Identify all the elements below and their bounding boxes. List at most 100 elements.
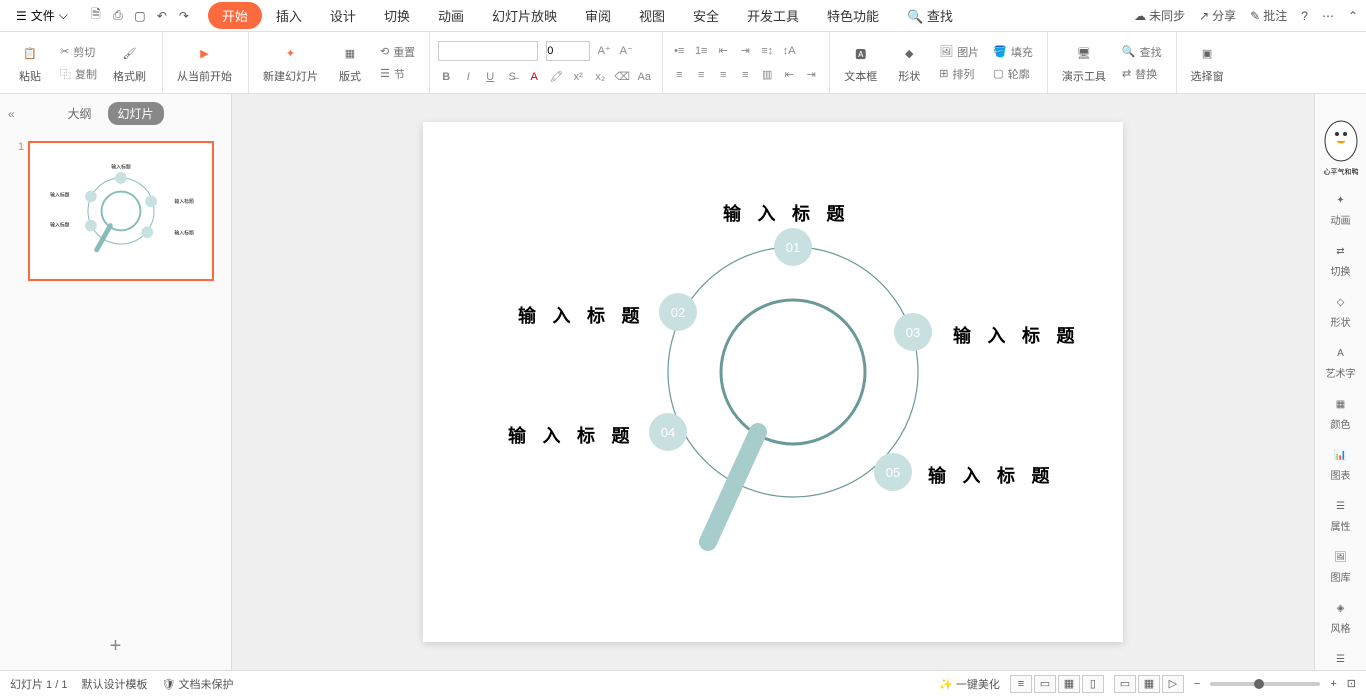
slide-canvas[interactable]: 01 02 03 04 05 输 入 标 题 输 入 标 题 输 入 标 题 输… [423, 122, 1123, 642]
annotate-button[interactable]: ✎批注 [1250, 7, 1287, 24]
tab-view[interactable]: 视图 [625, 0, 679, 31]
rp-attr[interactable]: ☰属性 [1331, 496, 1351, 533]
cut-button[interactable]: ✂剪切 [56, 42, 101, 62]
view-reading[interactable]: ▯ [1082, 675, 1104, 693]
indent-right-icon[interactable]: ⇥ [803, 67, 819, 83]
slides-tab[interactable]: 幻灯片 [108, 102, 164, 125]
text-direction-icon[interactable]: ↕A [781, 43, 797, 59]
font-family-select[interactable] [438, 41, 538, 61]
tab-review[interactable]: 审阅 [571, 0, 625, 31]
layout-button[interactable]: ▦ 版式 [330, 38, 370, 88]
superscript-icon[interactable]: x² [570, 69, 586, 85]
tab-insert[interactable]: 插入 [262, 0, 316, 31]
tab-features[interactable]: 特色功能 [813, 0, 893, 31]
textbox-button[interactable]: 🅰文本框 [838, 38, 883, 88]
tab-security[interactable]: 安全 [679, 0, 733, 31]
print-icon[interactable]: ⎙ [110, 8, 126, 24]
more-icon[interactable]: ⋯ [1322, 9, 1334, 23]
format-painter-button[interactable]: 🖌 格式刷 [107, 38, 152, 88]
rp-switch[interactable]: ⇄切换 [1331, 241, 1351, 278]
zoom-out[interactable]: − [1194, 678, 1200, 690]
tab-transition[interactable]: 切换 [370, 0, 424, 31]
title-4[interactable]: 输 入 标 题 [508, 422, 636, 448]
decrease-indent-icon[interactable]: ⇤ [715, 43, 731, 59]
undo-icon[interactable]: ↶ [154, 8, 170, 24]
tab-design[interactable]: 设计 [316, 0, 370, 31]
align-justify-icon[interactable]: ≡ [737, 67, 753, 83]
align-center-icon[interactable]: ≡ [693, 67, 709, 83]
fill-button[interactable]: 🪣填充 [989, 42, 1037, 62]
rp-gallery[interactable]: 🖼图库 [1331, 547, 1351, 584]
select-pane-button[interactable]: ▣选择窗 [1185, 38, 1230, 88]
clear-format-icon[interactable]: ⌫ [614, 69, 630, 85]
outline-tab[interactable]: 大纲 [67, 105, 91, 122]
view-sorter2[interactable]: ▦ [1138, 675, 1160, 693]
share-button[interactable]: ↗分享 [1199, 7, 1236, 24]
strike-icon[interactable]: S̶ [504, 69, 520, 85]
title-3[interactable]: 输 入 标 题 [953, 322, 1081, 348]
font-color-icon[interactable]: A [526, 69, 542, 85]
bold-icon[interactable]: B [438, 69, 454, 85]
collapse-ribbon-icon[interactable]: ⌃ [1348, 9, 1358, 23]
beautify-button[interactable]: ✨ 一键美化 [939, 676, 1000, 692]
present-tools-button[interactable]: 🖥演示工具 [1056, 38, 1112, 88]
tab-start[interactable]: 开始 [208, 2, 262, 29]
slide-thumbnail[interactable]: 输入标题 输入标题 输入标题 输入标题 输入标题 [28, 141, 214, 281]
align-right-icon[interactable]: ≡ [715, 67, 731, 83]
redo-icon[interactable]: ↷ [176, 8, 192, 24]
font-size-input[interactable] [546, 41, 590, 61]
rp-shape[interactable]: ◇形状 [1331, 292, 1351, 329]
help-icon[interactable]: ? [1301, 9, 1308, 23]
italic-icon[interactable]: I [460, 69, 476, 85]
arrange-button[interactable]: ⊞排列 [935, 64, 983, 84]
increase-font-icon[interactable]: A⁺ [596, 43, 612, 59]
add-slide-button[interactable]: + [0, 623, 231, 670]
new-slide-button[interactable]: ✦ 新建幻灯片 [257, 38, 324, 88]
tab-devtools[interactable]: 开发工具 [733, 0, 813, 31]
copy-button[interactable]: ⿻复制 [56, 64, 101, 84]
bullets-icon[interactable]: •≡ [671, 43, 687, 59]
save-icon[interactable]: 🗎 [88, 8, 104, 24]
rp-animation[interactable]: ✦动画 [1331, 190, 1351, 227]
section-button[interactable]: ☰节 [376, 64, 419, 84]
outline-button[interactable]: ▢轮廓 [989, 64, 1037, 84]
search-menu[interactable]: 🔍 查找 [893, 0, 967, 31]
replace-button[interactable]: ⇄替换 [1118, 64, 1166, 84]
preview-icon[interactable]: ▢ [132, 8, 148, 24]
file-menu[interactable]: ☰ 文件 ⌵ [8, 3, 76, 28]
rp-attr2[interactable]: ☰属性 [1331, 649, 1351, 670]
collapse-panel-icon[interactable]: « [8, 107, 15, 121]
shape-button[interactable]: ◆形状 [889, 38, 929, 88]
rp-color[interactable]: ▦颜色 [1331, 394, 1351, 431]
tab-animation[interactable]: 动画 [424, 0, 478, 31]
play-from-current-button[interactable]: ▶ 从当前开始 [171, 38, 238, 88]
rp-style[interactable]: ◈风格 [1331, 598, 1351, 635]
increase-indent-icon[interactable]: ⇥ [737, 43, 753, 59]
numbering-icon[interactable]: 1≡ [693, 43, 709, 59]
view-slideshow[interactable]: ▷ [1162, 675, 1184, 693]
find-button[interactable]: 🔍查找 [1118, 42, 1166, 62]
underline-icon[interactable]: U [482, 69, 498, 85]
title-5[interactable]: 输 入 标 题 [928, 462, 1056, 488]
rp-wordart[interactable]: A艺术字 [1326, 343, 1356, 380]
view-notes[interactable]: ≡ [1010, 675, 1032, 693]
reset-button[interactable]: ⟲重置 [376, 42, 419, 62]
tab-slideshow[interactable]: 幻灯片放映 [478, 0, 571, 31]
view-normal2[interactable]: ▭ [1114, 675, 1136, 693]
columns-icon[interactable]: ▥ [759, 67, 775, 83]
rp-chart[interactable]: 📊图表 [1331, 445, 1351, 482]
title-1[interactable]: 输 入 标 题 [723, 200, 851, 226]
zoom-in[interactable]: + [1330, 678, 1336, 690]
view-normal[interactable]: ▭ [1034, 675, 1056, 693]
align-left-icon[interactable]: ≡ [671, 67, 687, 83]
indent-left-icon[interactable]: ⇤ [781, 67, 797, 83]
sync-status[interactable]: ☁未同步 [1134, 7, 1185, 24]
line-spacing-icon[interactable]: ≡↕ [759, 43, 775, 59]
zoom-slider[interactable] [1210, 682, 1320, 686]
fit-to-window[interactable]: ⊡ [1347, 677, 1356, 690]
subscript-icon[interactable]: x₂ [592, 69, 608, 85]
paste-button[interactable]: 📋 粘贴 [10, 38, 50, 88]
view-sorter[interactable]: ▦ [1058, 675, 1080, 693]
change-case-icon[interactable]: Aa [636, 69, 652, 85]
highlight-icon[interactable]: 🖍 [548, 69, 564, 85]
